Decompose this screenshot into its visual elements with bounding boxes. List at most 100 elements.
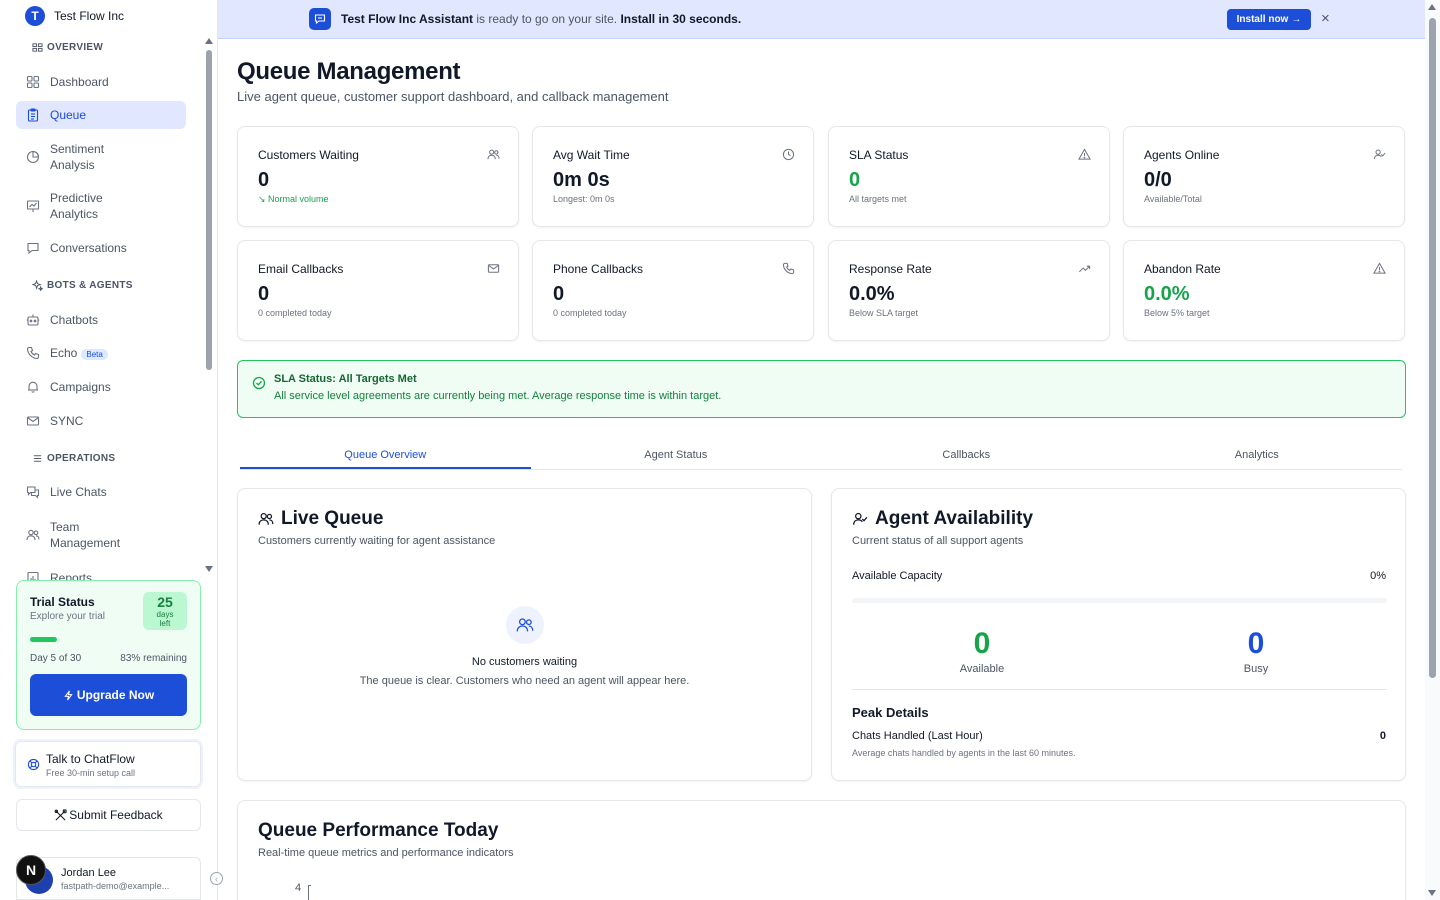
sidebar-item-chatbots[interactable]: Chatbots	[16, 306, 186, 334]
collapse-sidebar-icon[interactable]: ‹	[210, 872, 223, 885]
stat-value: 0.0%	[1144, 283, 1190, 305]
scroll-down-arrow[interactable]	[205, 566, 213, 572]
sidebar-item-echo[interactable]: Echo Beta	[16, 339, 186, 367]
section-label: BOTS & AGENTS	[47, 280, 133, 291]
install-now-button[interactable]: Install now →	[1227, 9, 1311, 30]
stat-customers-waiting: Customers Waiting 0 ↘ Normal volume	[237, 126, 519, 227]
section-operations: OPERATIONS	[32, 453, 115, 464]
sidebar-item-predictive-analytics[interactable]: Predictive Analytics	[16, 189, 186, 223]
main-scrollbar[interactable]	[1425, 0, 1440, 900]
sidebar-item-label: Dashboard	[50, 75, 109, 89]
sidebar-item-label: Predictive Analytics	[50, 191, 103, 221]
file-chart-icon	[27, 571, 39, 580]
empty-state-title: No customers waiting	[471, 656, 578, 668]
stat-note: ↘ Normal volume	[258, 194, 329, 204]
section-label: OVERVIEW	[47, 42, 104, 53]
scroll-up-arrow[interactable]	[205, 38, 213, 44]
sidebar-item-label: Campaigns	[50, 380, 111, 394]
sidebar-item-team-management[interactable]: Team Management	[16, 518, 186, 552]
queue-tabs: Queue Overview Agent Status Callbacks An…	[240, 444, 1402, 470]
sidebar-item-sync[interactable]: SYNC	[16, 407, 186, 435]
tab-analytics[interactable]: Analytics	[1112, 444, 1403, 469]
bell-icon	[28, 381, 38, 393]
phone-icon	[26, 346, 40, 360]
card-title: Queue Performance Today	[258, 820, 499, 841]
sidebar-item-label: Conversations	[50, 241, 127, 255]
stat-response-rate: Response Rate 0.0% Below SLA target	[828, 240, 1110, 341]
lifebuoy-icon	[27, 758, 40, 771]
sidebar-item-label: Echo Beta	[50, 346, 108, 360]
stat-value: 0/0	[1144, 169, 1172, 191]
capacity-progress-bar	[852, 598, 1387, 603]
clipboard-list-icon	[27, 108, 39, 122]
sidebar-item-campaigns[interactable]: Campaigns	[16, 373, 186, 401]
sidebar-nav: OVERVIEW Dashboard Queue Sentiment Analys…	[0, 32, 202, 580]
empty-users-icon	[506, 606, 544, 644]
peak-row-label: Chats Handled (Last Hour)	[852, 730, 983, 742]
stat-note: All targets met	[849, 194, 907, 204]
sidebar-item-sentiment-analysis[interactable]: Sentiment Analysis	[16, 140, 186, 174]
section-label: OPERATIONS	[47, 453, 116, 464]
sidebar-item-reports[interactable]: Reports	[16, 564, 186, 580]
users-icon	[26, 529, 40, 541]
scroll-thumb[interactable]	[206, 50, 212, 370]
sidebar-item-live-chats[interactable]: Live Chats	[16, 478, 186, 506]
card-subtitle: Customers currently waiting for agent as…	[258, 535, 496, 547]
list-icon	[33, 455, 42, 462]
scroll-down-arrow[interactable]	[1428, 890, 1436, 896]
scroll-up-arrow[interactable]	[1428, 4, 1436, 10]
stat-note: Available/Total	[1144, 194, 1202, 204]
messages-icon	[26, 486, 40, 499]
sidebar: T Test Flow Inc OVERVIEW Dashboard Queue…	[0, 0, 223, 900]
org-switcher[interactable]: T Test Flow Inc	[25, 6, 124, 26]
submit-feedback-button[interactable]: Submit Feedback	[16, 799, 201, 831]
close-icon[interactable]: ×	[1321, 11, 1330, 26]
days-number: 25	[157, 594, 173, 610]
scroll-thumb[interactable]	[1429, 18, 1436, 678]
sidebar-item-dashboard[interactable]: Dashboard	[16, 68, 186, 96]
talk-to-chatflow-button[interactable]: Talk to ChatFlow Free 30-min setup call	[15, 741, 201, 787]
stat-agents-online: Agents Online 0/0 Available/Total	[1123, 126, 1405, 227]
sidebar-item-label: Team Management	[50, 520, 121, 550]
user-name: Jordan Lee	[61, 867, 117, 879]
tab-queue-overview[interactable]: Queue Overview	[240, 444, 531, 469]
sentiment-icon	[26, 150, 40, 164]
trial-remaining-text: 83% remaining	[120, 653, 187, 664]
days-label: left	[159, 619, 171, 628]
peak-details-title: Peak Details	[852, 705, 929, 720]
stat-value: 0	[258, 283, 270, 305]
users-icon	[258, 512, 274, 525]
capacity-value: 0%	[1370, 570, 1386, 582]
dev-tools-badge[interactable]: N	[16, 855, 46, 885]
stat-email-callbacks: Email Callbacks 0 0 completed today	[237, 240, 519, 341]
tab-callbacks[interactable]: Callbacks	[821, 444, 1112, 469]
sidebar-item-label: Live Chats	[50, 485, 107, 499]
mail-icon	[487, 264, 500, 273]
section-overview: OVERVIEW	[32, 42, 103, 53]
sidebar-item-label: Sentiment Analysis	[50, 142, 105, 172]
tab-agent-status[interactable]: Agent Status	[531, 444, 822, 469]
user-check-icon	[1373, 149, 1386, 160]
stat-label: Email Callbacks	[258, 262, 344, 276]
y-axis-line	[308, 885, 311, 900]
bot-icon	[26, 314, 40, 326]
stat-value: 0	[258, 169, 270, 191]
empty-state-text: The queue is clear. Customers who need a…	[359, 675, 690, 687]
sidebar-scrollbar[interactable]	[204, 36, 214, 576]
presentation-chart-icon	[26, 200, 40, 212]
agent-availability-card: Agent Availability Current status of all…	[831, 488, 1406, 781]
stat-label: Abandon Rate	[1144, 262, 1221, 276]
org-logo: T	[25, 6, 45, 26]
sidebar-item-conversations[interactable]: Conversations	[16, 234, 186, 262]
stat-value: 0	[553, 283, 565, 305]
upgrade-now-button[interactable]: Upgrade Now	[30, 674, 187, 716]
trial-title: Trial Status	[30, 595, 95, 609]
available-count: 0	[973, 627, 991, 660]
days-left-badge: 25 days left	[143, 592, 187, 630]
sla-alert-text: All service level agreements are current…	[274, 390, 722, 402]
sidebar-item-label: Chatbots	[50, 313, 99, 327]
capacity-label: Available Capacity	[852, 570, 943, 582]
peak-row-value: 0	[1379, 730, 1386, 742]
stat-label: Response Rate	[849, 262, 932, 276]
sidebar-item-queue[interactable]: Queue	[16, 101, 186, 129]
